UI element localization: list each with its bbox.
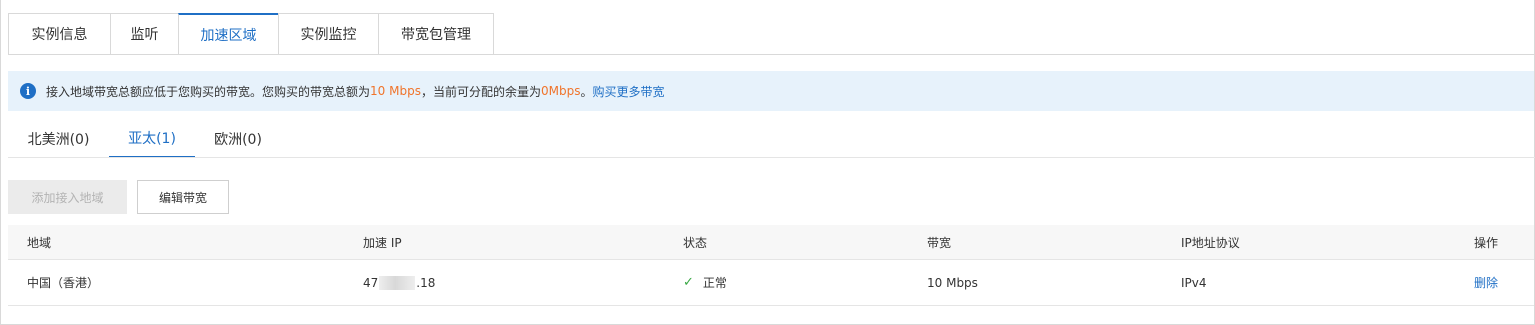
edit-bandwidth-button[interactable]: 编辑带宽	[137, 180, 229, 214]
tab-instance-monitoring[interactable]: 实例监控	[278, 13, 378, 55]
column-header-region: 地域	[27, 235, 52, 250]
total-bandwidth-value: 10 Mbps	[370, 84, 421, 98]
tabs-divider	[8, 54, 1535, 55]
tab-instance-info[interactable]: 实例信息	[8, 13, 110, 55]
notice-text-2: ，当前可分配的余量为	[420, 84, 541, 99]
add-region-button[interactable]: 添加接入地域	[8, 180, 127, 214]
column-header-bandwidth: 带宽	[927, 235, 952, 250]
notice-text-1: 接入地域带宽总额应低于您购买的带宽。您购买的带宽总额为	[46, 84, 371, 99]
tab-asia-pacific[interactable]: 亚太(1)	[109, 120, 195, 158]
bandwidth-notice: i 接入地域带宽总额应低于您购买的带宽。您购买的带宽总额为 10 Mbps ，当…	[8, 71, 1534, 111]
column-header-ip: 加速 IP	[363, 235, 402, 250]
status-cell: ✓ 正常	[683, 260, 727, 305]
tab-acceleration-regions[interactable]: 加速区域	[178, 13, 278, 55]
masked-ip-segment	[379, 275, 416, 290]
region-cell: 中国（香港）	[27, 276, 100, 290]
protocol-cell: IPv4	[1181, 275, 1207, 290]
table-row: 中国（香港） 47 .18 ✓ 正常 10 Mbps IPv4 删除	[8, 260, 1534, 306]
tab-europe[interactable]: 欧洲(0)	[195, 120, 281, 158]
column-header-protocol: IP地址协议	[1181, 235, 1240, 250]
table-header: 地域 加速 IP 状态 带宽 IP地址协议 操作	[8, 225, 1534, 260]
column-header-status: 状态	[683, 235, 708, 250]
buy-more-bandwidth-link[interactable]: 购买更多带宽	[592, 83, 664, 100]
status-text: 正常	[702, 276, 727, 290]
check-icon: ✓	[683, 275, 694, 290]
notice-text-3: 。	[580, 84, 593, 99]
delete-link[interactable]: 删除	[1474, 260, 1498, 305]
tab-listeners[interactable]: 监听	[110, 13, 178, 55]
info-icon: i	[20, 83, 36, 99]
ip-prefix: 47	[363, 275, 379, 290]
region-tabs-divider	[8, 157, 1535, 158]
ip-suffix: .18	[416, 275, 436, 290]
tab-north-america[interactable]: 北美洲(0)	[8, 120, 109, 158]
instance-tabs: 实例信息 监听 加速区域 实例监控 带宽包管理	[8, 13, 494, 55]
tab-bandwidth-package[interactable]: 带宽包管理	[378, 13, 494, 55]
bandwidth-cell: 10 Mbps	[927, 275, 978, 290]
region-tabs: 北美洲(0) 亚太(1) 欧洲(0)	[8, 120, 281, 158]
remaining-bandwidth-value: 0Mbps	[540, 84, 581, 98]
ip-cell: 47 .18	[363, 260, 435, 305]
column-header-actions: 操作	[1474, 235, 1499, 250]
